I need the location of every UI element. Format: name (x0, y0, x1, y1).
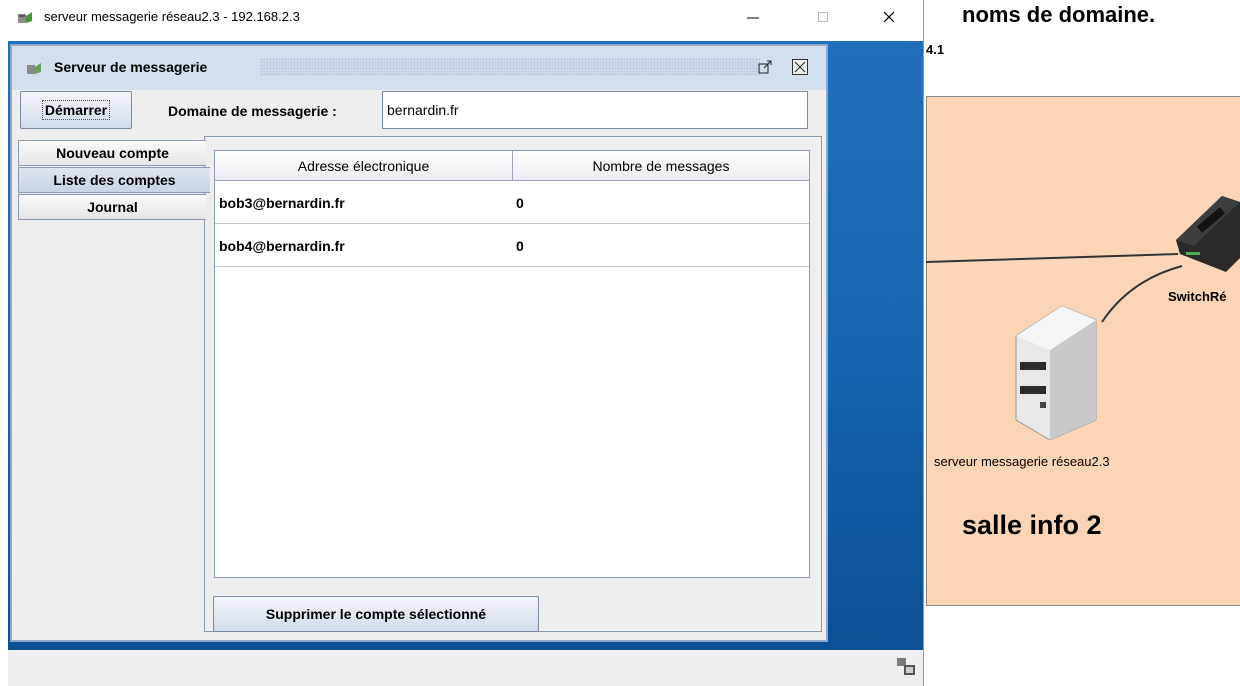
column-header-email[interactable]: Adresse électronique (215, 151, 513, 181)
tab-account-list[interactable]: Liste des comptes (18, 167, 210, 193)
domain-label: Domaine de messagerie : (168, 103, 337, 119)
close-button[interactable] (866, 0, 912, 34)
email-cell: bob4@bernardin.fr (219, 238, 345, 254)
frame-icon (27, 63, 41, 74)
switch-icon[interactable] (1176, 196, 1240, 272)
resize-grip-icon[interactable] (895, 656, 917, 678)
frame-close-button[interactable] (792, 59, 808, 75)
frame-title: Serveur de messagerie (54, 59, 214, 75)
table-row[interactable]: bob4@bernardin.fr 0 (215, 224, 809, 267)
room-label: salle info 2 (962, 510, 1102, 540)
server-label: serveur messagerie réseau2.3 (934, 454, 1110, 469)
message-count-cell: 0 (516, 238, 524, 254)
delete-account-button[interactable]: Supprimer le compte sélectionné (213, 596, 539, 632)
frame-titlebar[interactable]: Serveur de messagerie (12, 46, 826, 90)
detach-icon (758, 60, 772, 74)
server-icon[interactable] (1015, 305, 1097, 441)
detach-button[interactable] (756, 58, 774, 76)
window-titlebar[interactable]: serveur messagerie réseau2.3 - 192.168.2… (0, 0, 923, 34)
frame-close-icon (794, 61, 806, 73)
mail-server-window: serveur messagerie réseau2.3 - 192.168.2… (0, 0, 924, 686)
column-header-messages[interactable]: Nombre de messages (513, 151, 809, 181)
table-row[interactable]: bob3@bernardin.fr 0 (215, 181, 809, 224)
network-cable-left (925, 253, 1179, 263)
status-strip (8, 650, 923, 686)
email-cell: bob3@bernardin.fr (219, 195, 345, 211)
start-button[interactable]: Démarrer (20, 91, 132, 129)
titlebar-texture (260, 58, 760, 76)
maximize-button[interactable] (800, 0, 846, 34)
start-button-label: Démarrer (41, 100, 111, 120)
window-title: serveur messagerie réseau2.3 - 192.168.2… (44, 9, 300, 24)
tab-log[interactable]: Journal (18, 194, 206, 220)
message-count-cell: 0 (516, 195, 524, 211)
accounts-table[interactable]: Adresse électronique Nombre de messages … (214, 150, 810, 578)
switch-label: SwitchRé (1168, 289, 1227, 304)
domain-input[interactable] (382, 91, 808, 129)
minimize-icon (747, 17, 759, 19)
tab-new-account[interactable]: Nouveau compte (18, 140, 206, 166)
maximize-icon (818, 12, 828, 22)
minimize-button[interactable] (730, 0, 776, 34)
close-icon (883, 11, 895, 23)
app-icon (18, 12, 32, 23)
mail-server-internal-frame: Serveur de messagerie Démarrer Domaine d… (10, 44, 828, 642)
